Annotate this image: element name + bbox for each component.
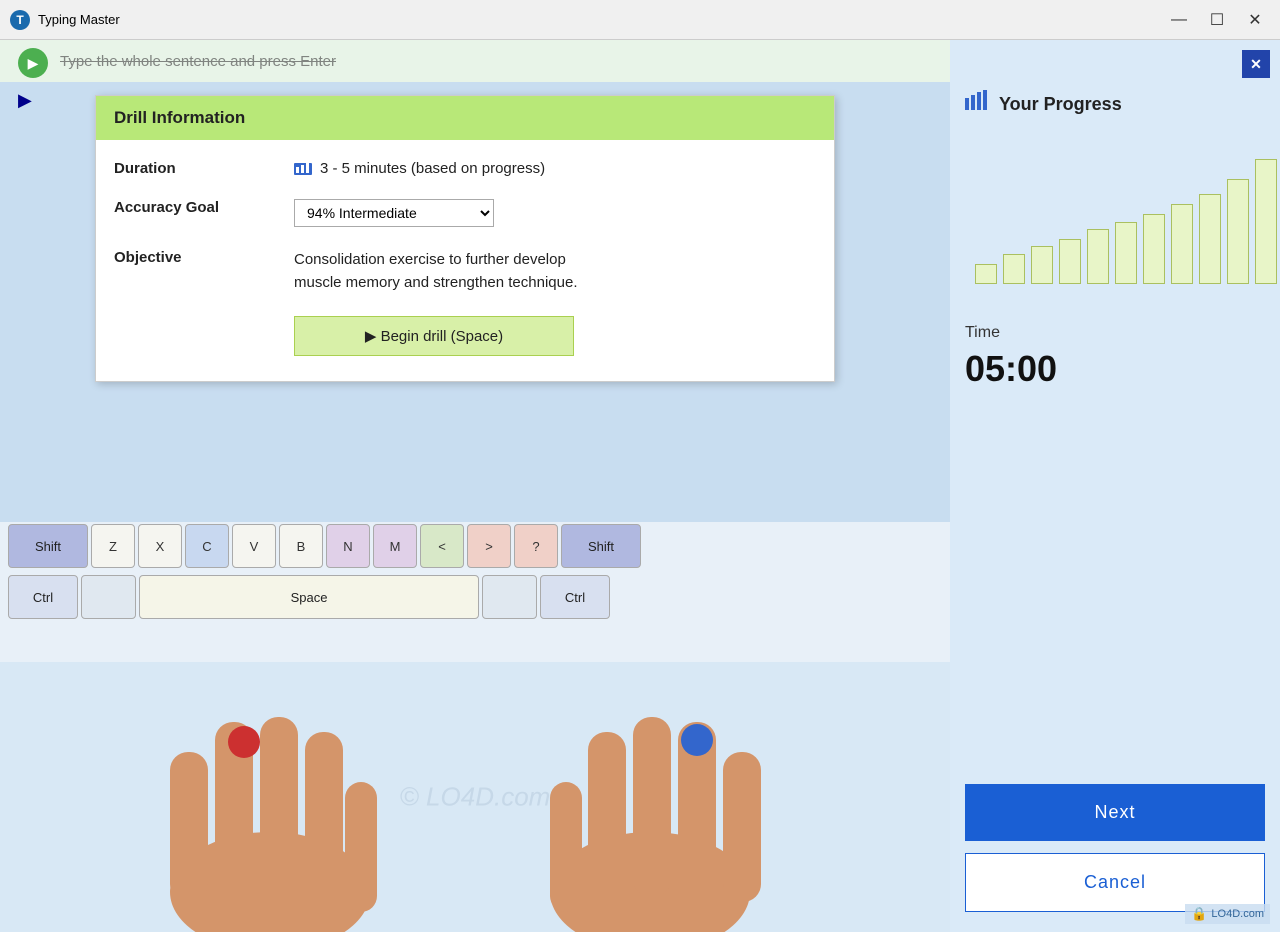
arrow-icon: ▶ bbox=[18, 90, 32, 111]
progress-title: Your Progress bbox=[999, 94, 1122, 115]
play-button[interactable]: ▶ bbox=[18, 48, 48, 78]
begin-drill-button[interactable]: ▶ Begin drill (Space) bbox=[294, 316, 574, 356]
modal-body: Duration 3 - 5 minutes (based on progres… bbox=[96, 140, 834, 381]
bar-4 bbox=[1087, 229, 1109, 284]
bar-5 bbox=[1115, 222, 1137, 284]
bar-6 bbox=[1143, 214, 1165, 284]
key-alt-left[interactable] bbox=[81, 575, 136, 619]
key-z[interactable]: Z bbox=[91, 524, 135, 568]
key-space[interactable]: Space bbox=[139, 575, 479, 619]
app-title: Typing Master bbox=[38, 12, 1164, 27]
key-alt-right[interactable] bbox=[482, 575, 537, 619]
modal-header: Drill Information bbox=[96, 96, 834, 140]
progress-icon bbox=[965, 90, 989, 118]
window-controls: — ☐ ✕ bbox=[1164, 10, 1270, 30]
bar-8 bbox=[1199, 194, 1221, 284]
accuracy-select[interactable]: 90% Beginner 94% Intermediate 98% Advanc… bbox=[294, 199, 494, 227]
objective-text: Consolidation exercise to further develo… bbox=[294, 249, 577, 294]
key-x[interactable]: X bbox=[138, 524, 182, 568]
keyboard-row-bottom: Shift Z X C V B N M < > ? Shift bbox=[0, 522, 950, 570]
key-c[interactable]: C bbox=[185, 524, 229, 568]
key-v[interactable]: V bbox=[232, 524, 276, 568]
drill-info-modal: Drill Information Duration 3 - 5 minutes… bbox=[95, 95, 835, 382]
instruction-bar: ▶ Type the whole sentence and press Ente… bbox=[0, 40, 950, 82]
watermark-icon: 🔒 bbox=[1191, 906, 1207, 922]
accuracy-row: Accuracy Goal 90% Beginner 94% Intermedi… bbox=[114, 199, 816, 227]
duration-label: Duration bbox=[114, 160, 294, 177]
key-n[interactable]: N bbox=[326, 524, 370, 568]
progress-chart bbox=[975, 134, 1265, 294]
titlebar: T Typing Master — ☐ ✕ bbox=[0, 0, 1280, 40]
key-period[interactable]: > bbox=[467, 524, 511, 568]
key-b[interactable]: B bbox=[279, 524, 323, 568]
bar-1 bbox=[1003, 254, 1025, 284]
bar-2 bbox=[1031, 246, 1053, 284]
hands-area: © LO4D.com bbox=[0, 662, 950, 932]
right-panel: ✕ Your Progress Time 05:0 bbox=[950, 40, 1280, 932]
watermark-text: LO4D.com bbox=[1211, 908, 1264, 920]
key-comma[interactable]: < bbox=[420, 524, 464, 568]
time-value: 05:00 bbox=[965, 348, 1265, 390]
duration-text: 3 - 5 minutes (based on progress) bbox=[320, 160, 545, 177]
bar-10 bbox=[1255, 159, 1277, 284]
time-label: Time bbox=[965, 324, 1265, 342]
bar-0 bbox=[975, 264, 997, 284]
progress-section: Your Progress bbox=[965, 90, 1265, 294]
keyboard-area: Shift Z X C V B N M < > ? Shift Ctrl Spa… bbox=[0, 522, 950, 662]
watermark: 🔒 LO4D.com bbox=[1185, 904, 1270, 924]
duration-icon bbox=[294, 161, 312, 177]
key-ctrl-right[interactable]: Ctrl bbox=[540, 575, 610, 619]
close-button[interactable]: ✕ bbox=[1240, 10, 1270, 30]
minimize-button[interactable]: — bbox=[1164, 10, 1194, 30]
finger-dot-blue bbox=[681, 724, 713, 756]
app-icon: T bbox=[10, 10, 30, 30]
bar-3 bbox=[1059, 239, 1081, 284]
main-content: ▶ Type the whole sentence and press Ente… bbox=[0, 40, 1280, 932]
accuracy-label: Accuracy Goal bbox=[114, 199, 294, 216]
time-section: Time 05:00 bbox=[965, 324, 1265, 390]
bar-9 bbox=[1227, 179, 1249, 284]
objective-row: Objective Consolidation exercise to furt… bbox=[114, 249, 816, 294]
hands-svg bbox=[0, 662, 900, 932]
duration-row: Duration 3 - 5 minutes (based on progres… bbox=[114, 160, 816, 177]
key-shift-left[interactable]: Shift bbox=[8, 524, 88, 568]
key-m[interactable]: M bbox=[373, 524, 417, 568]
instruction-text: Type the whole sentence and press Enter bbox=[60, 53, 336, 70]
finger-dot-red bbox=[228, 726, 260, 758]
left-area: ▶ Type the whole sentence and press Ente… bbox=[0, 40, 950, 932]
key-slash[interactable]: ? bbox=[514, 524, 558, 568]
maximize-button[interactable]: ☐ bbox=[1202, 10, 1232, 30]
bar-7 bbox=[1171, 204, 1193, 284]
keyboard-row-space: Ctrl Space Ctrl bbox=[0, 573, 950, 621]
duration-value: 3 - 5 minutes (based on progress) bbox=[294, 160, 545, 177]
objective-label: Objective bbox=[114, 249, 294, 266]
next-button[interactable]: Next bbox=[965, 784, 1265, 841]
panel-close-button[interactable]: ✕ bbox=[1242, 50, 1270, 78]
key-shift-right[interactable]: Shift bbox=[561, 524, 641, 568]
key-ctrl-left[interactable]: Ctrl bbox=[8, 575, 78, 619]
progress-header: Your Progress bbox=[965, 90, 1265, 118]
second-row: ▶ bbox=[18, 90, 32, 111]
accuracy-value: 90% Beginner 94% Intermediate 98% Advanc… bbox=[294, 199, 494, 227]
